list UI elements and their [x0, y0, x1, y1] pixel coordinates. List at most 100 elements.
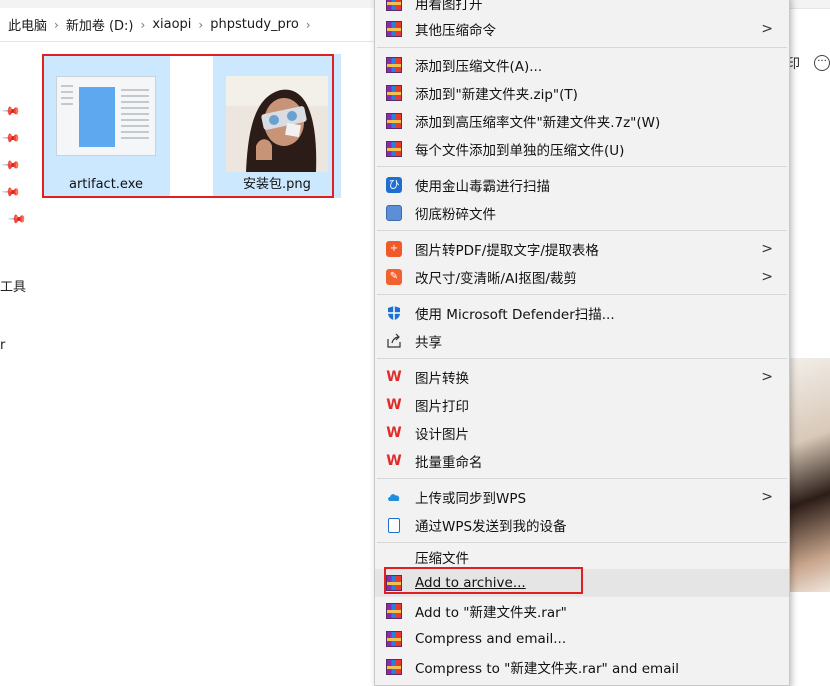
menu-item-label: 改尺寸/变清晰/AI抠图/裁剪	[415, 271, 577, 287]
menu-item-other-compress[interactable]: 其他压缩命令 >	[375, 15, 789, 43]
winrar-icon	[385, 0, 403, 12]
menu-item-label: 用看图打开	[415, 0, 483, 13]
share-icon	[385, 332, 403, 350]
menu-item-add-to-rar[interactable]: Add to "新建文件夹.rar"	[375, 597, 789, 625]
file-item-artifact-exe[interactable]: artifact.exe	[42, 54, 170, 198]
chevron-right-icon: >	[761, 241, 773, 257]
menu-item-design-image[interactable]: W 设计图片	[375, 419, 789, 447]
menu-item-label: Compress and email...	[415, 631, 567, 647]
defender-shield-icon	[385, 304, 403, 322]
winrar-icon	[385, 630, 403, 648]
winrar-icon	[385, 602, 403, 620]
menu-item-image-print[interactable]: W 图片打印	[375, 391, 789, 419]
menu-item-label: Compress to "新建文件夹.rar" and email	[415, 661, 679, 677]
shredder-icon	[385, 204, 403, 222]
menu-item-share[interactable]: 共享	[375, 327, 789, 355]
chevron-right-icon: >	[761, 369, 773, 385]
menu-item-label: 通过WPS发送到我的设备	[415, 519, 567, 535]
menu-divider	[377, 294, 787, 295]
menu-section-label: 压缩文件	[415, 551, 469, 567]
menu-item-label: 批量重命名	[415, 455, 483, 471]
breadcrumb-item-xiaopi[interactable]: xiaopi	[152, 17, 191, 32]
menu-item-add-to-7z[interactable]: 添加到高压缩率文件"新建文件夹.7z"(W)	[375, 107, 789, 135]
menu-item-label: 每个文件添加到单独的压缩文件(U)	[415, 143, 625, 159]
breadcrumb-item-this-pc[interactable]: 此电脑	[8, 15, 47, 34]
menu-item-label: 图片打印	[415, 399, 469, 415]
exe-window-thumbnail-icon	[56, 76, 156, 156]
menu-item-batch-rename[interactable]: W 批量重命名	[375, 447, 789, 475]
pin-icon[interactable]: 📌	[1, 101, 21, 121]
menu-item-resize-crop[interactable]: ✎ 改尺寸/变清晰/AI抠图/裁剪 >	[375, 263, 789, 291]
wps-icon: W	[386, 397, 402, 413]
winrar-icon	[385, 20, 403, 38]
device-icon	[385, 516, 403, 534]
menu-item-label: 添加到"新建文件夹.zip"(T)	[415, 87, 578, 103]
menu-item-kingsoft-scan[interactable]: ひ 使用金山毒霸进行扫描	[375, 171, 789, 199]
menu-divider	[377, 478, 787, 479]
menu-item-label: 设计图片	[415, 427, 469, 443]
nav-item-fragment[interactable]: 工具	[0, 276, 26, 295]
chevron-right-icon: >	[761, 269, 773, 285]
pdf-convert-icon: +	[385, 240, 403, 258]
chevron-right-icon: ›	[54, 17, 59, 32]
menu-item-compress-rar-email[interactable]: Compress to "新建文件夹.rar" and email	[375, 653, 789, 681]
menu-divider	[377, 47, 787, 48]
menu-item-label: 其他压缩命令	[415, 23, 496, 39]
winrar-icon	[385, 574, 403, 592]
menu-item-label: 共享	[415, 335, 442, 351]
wps-icon: W	[386, 369, 402, 385]
chevron-right-icon: >	[761, 21, 773, 37]
breadcrumb-item-phpstudy[interactable]: phpstudy_pro	[210, 17, 299, 32]
menu-item-image-convert[interactable]: W 图片转换 >	[375, 363, 789, 391]
wps-icon: W	[386, 453, 402, 469]
pin-icon[interactable]: 📌	[1, 128, 21, 148]
photo-thumbnail-icon	[226, 76, 328, 172]
winrar-icon	[385, 112, 403, 130]
breadcrumb-item-drive-d[interactable]: 新加卷 (D:)	[66, 15, 134, 34]
nav-item-fragment[interactable]: r	[0, 338, 5, 353]
menu-item-send-to-device[interactable]: 通过WPS发送到我的设备	[375, 511, 789, 539]
breadcrumb[interactable]: 此电脑 › 新加卷 (D:) › xiaopi › phpstudy_pro ›	[0, 8, 374, 42]
menu-item-label: 上传或同步到WPS	[415, 491, 527, 507]
context-menu: 用看图打开 其他压缩命令 > 添加到压缩文件(A)... 添加到"新建文件夹.z…	[374, 0, 790, 686]
menu-item-compress-email[interactable]: Compress and email...	[375, 625, 789, 653]
pin-icon[interactable]: 📌	[1, 155, 21, 175]
menu-item-label: 使用金山毒霸进行扫描	[415, 179, 550, 195]
menu-item-label: Add to "新建文件夹.rar"	[415, 605, 567, 621]
winrar-icon	[385, 56, 403, 74]
menu-item-image-to-pdf[interactable]: + 图片转PDF/提取文字/提取表格 >	[375, 235, 789, 263]
navigation-pane: 📌 📌 📌 📌 📌 工具 r	[0, 42, 30, 679]
menu-divider	[377, 166, 787, 167]
menu-item-defender-scan[interactable]: 使用 Microsoft Defender扫描...	[375, 299, 789, 327]
menu-item-shred-file[interactable]: 彻底粉碎文件	[375, 199, 789, 227]
menu-item-add-each-separately[interactable]: 每个文件添加到单独的压缩文件(U)	[375, 135, 789, 163]
menu-item-add-to-archive-cn[interactable]: 添加到压缩文件(A)...	[375, 51, 789, 79]
pin-icon[interactable]: 📌	[7, 209, 27, 229]
file-item-setup-png[interactable]: 安装包.png	[213, 54, 341, 198]
menu-divider	[377, 358, 787, 359]
winrar-icon	[385, 84, 403, 102]
winrar-icon	[385, 658, 403, 676]
cloud-icon	[385, 488, 403, 506]
more-options-icon[interactable]: ···	[814, 55, 830, 71]
chevron-right-icon: ›	[305, 17, 311, 32]
pin-icon[interactable]: 📌	[1, 182, 21, 202]
menu-section-compress: 压缩文件	[375, 543, 789, 571]
winrar-icon	[385, 140, 403, 158]
menu-item-label: 使用 Microsoft Defender扫描...	[415, 307, 615, 323]
menu-item-add-to-zip[interactable]: 添加到"新建文件夹.zip"(T)	[375, 79, 789, 107]
menu-item-add-to-archive[interactable]: Add to archive...	[375, 569, 789, 597]
menu-item-label: 图片转PDF/提取文字/提取表格	[415, 243, 599, 259]
file-name: 安装包.png	[243, 177, 311, 192]
antivirus-icon: ひ	[385, 176, 403, 194]
menu-item-label: 图片转换	[415, 371, 469, 387]
menu-item-label: 添加到高压缩率文件"新建文件夹.7z"(W)	[415, 115, 661, 131]
menu-item-label: 添加到压缩文件(A)...	[415, 59, 543, 75]
menu-item-label: Add to archive...	[415, 575, 526, 591]
menu-item-upload-wps[interactable]: 上传或同步到WPS >	[375, 483, 789, 511]
chevron-right-icon: ›	[198, 17, 204, 32]
file-name: artifact.exe	[68, 177, 143, 192]
chevron-right-icon: ›	[140, 17, 146, 32]
preview-image-fragment	[790, 358, 830, 592]
chevron-right-icon: >	[761, 489, 773, 505]
